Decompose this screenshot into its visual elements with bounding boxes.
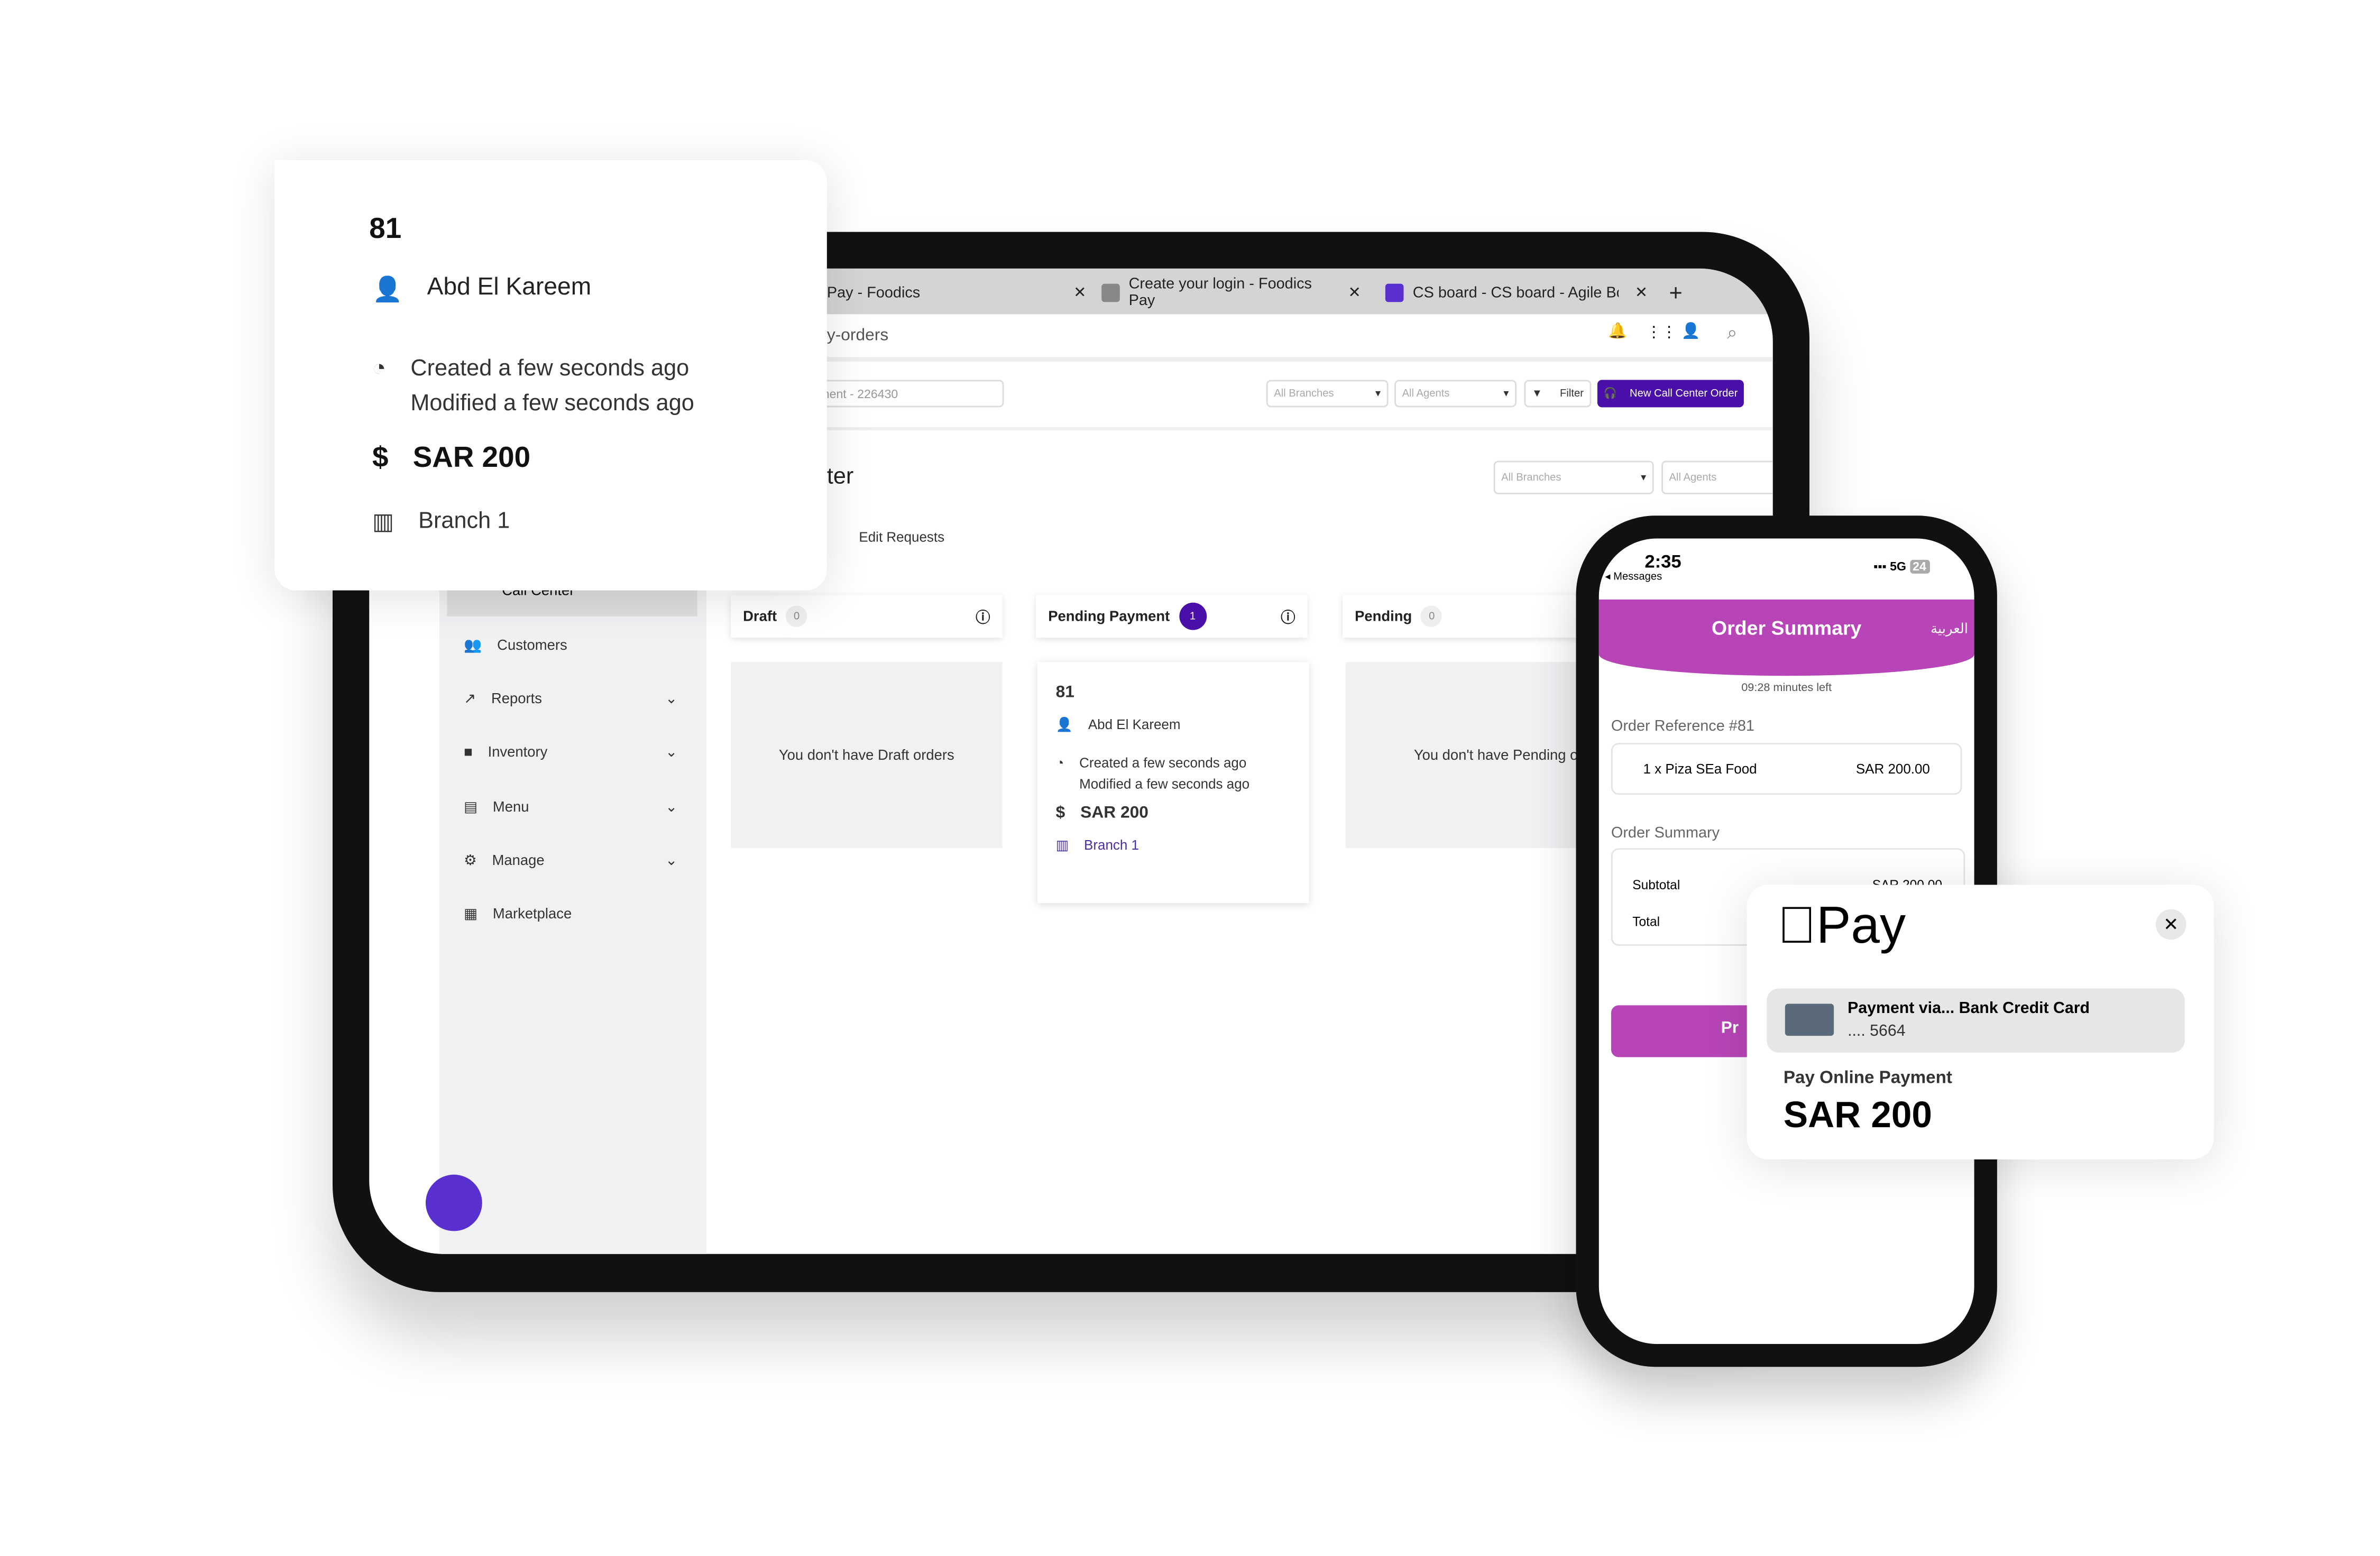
branches-select[interactable]: All Branches ▾: [1266, 380, 1389, 408]
grid-icon: ▦: [464, 905, 478, 923]
close-icon[interactable]: ✕: [1635, 284, 1648, 301]
menu-icon: ▤: [464, 798, 478, 816]
chart-icon: ↗: [464, 690, 476, 707]
person-icon: 👤: [1055, 717, 1073, 732]
credit-card-icon: [1785, 1003, 1834, 1036]
browser-tab[interactable]: Create your login - Foodics Pay ✕: [1101, 276, 1361, 310]
close-icon[interactable]: ✕: [1348, 284, 1361, 301]
bag-icon: ■: [464, 743, 473, 761]
info-icon[interactable]: ⓘ: [1281, 605, 1295, 627]
column-pending: Pending 0: [1343, 595, 1614, 638]
agents-select[interactable]: All Agents ▾: [1394, 380, 1517, 408]
clock-icon: ◔: [372, 355, 387, 382]
chevron-down-icon: ⌄: [665, 743, 678, 761]
language-toggle[interactable]: العربية: [1931, 621, 1968, 638]
order-card[interactable]: 81 👤 Abd El Kareem ◔ Created a few seconds…: [1037, 662, 1309, 904]
bell-icon[interactable]: 🔔: [1608, 324, 1627, 340]
zoom-icon[interactable]: ⌕: [1727, 322, 1737, 345]
chevron-down-icon: ⌄: [665, 690, 678, 707]
favicon-icon: [1101, 283, 1120, 302]
sidebar-item-marketplace[interactable]: ▦ Marketplace: [464, 898, 677, 929]
sidebar: Call Center: [439, 512, 706, 1254]
back-messages-link[interactable]: ◂ Messages: [1605, 570, 1662, 583]
battery-icon: 24: [1909, 559, 1929, 574]
clock-icon: ◔: [1055, 755, 1064, 771]
close-icon[interactable]: ✕: [1073, 284, 1086, 301]
sidebar-item-manage[interactable]: ⚙ Manage ⌄: [464, 845, 677, 876]
sidebar-item-inventory[interactable]: ■ Inventory ⌄: [464, 737, 677, 768]
tab-edit-requests[interactable]: Edit Requests: [859, 529, 944, 545]
chevron-down-icon: ⌄: [665, 852, 678, 869]
apps-grid-icon[interactable]: ⋮⋮: [1646, 325, 1677, 342]
sidebar-item-reports[interactable]: ↗ Reports ⌄: [464, 684, 677, 714]
column-pending-payment: Pending Payment 1 ⓘ: [1036, 595, 1308, 638]
page-title: ter: [826, 464, 854, 490]
filter-button[interactable]: ▼ Filter: [1524, 380, 1592, 408]
browser-tab[interactable]: Pay - Foodics ✕: [827, 278, 1087, 308]
chevron-down-icon: ⌄: [665, 798, 678, 816]
apple-pay-logo: Pay: [1777, 897, 1906, 955]
branches-select[interactable]: All Branches ▾: [1493, 461, 1654, 494]
sidebar-item-customers[interactable]: 👥 Customers: [464, 630, 677, 661]
sidebar-item-menu[interactable]: ▤ Menu ⌄: [464, 791, 677, 822]
apple-icon: : [1777, 897, 1816, 955]
dollar-icon: $: [372, 442, 389, 475]
favicon-icon: [1385, 283, 1404, 302]
headset-icon: 🎧: [1603, 389, 1617, 400]
payment-method[interactable]: Payment via... Bank Credit Card .... 566…: [1767, 988, 2185, 1053]
info-icon[interactable]: ⓘ: [976, 605, 990, 627]
dollar-icon: $: [1055, 804, 1065, 823]
customers-icon: 👥: [464, 637, 482, 654]
user-icon[interactable]: 👤: [1681, 324, 1701, 340]
chat-icon[interactable]: [425, 1174, 482, 1231]
order-item: 1 x Piza SEa Food SAR 200.00: [1611, 743, 1962, 795]
browser-tab[interactable]: CS board - CS board - Agile Boar ✕: [1385, 278, 1648, 308]
agents-select[interactable]: All Agents: [1661, 461, 1773, 494]
column-draft: Draft 0 ⓘ: [731, 595, 1003, 638]
apple-pay-sheet: Pay ✕ Payment via... Bank Credit Card .…: [1747, 885, 2214, 1159]
person-icon: 👤: [372, 278, 403, 304]
search-input[interactable]: ment - 226430: [811, 380, 1004, 408]
gear-icon: ⚙: [464, 852, 477, 869]
empty-state: You don't have Draft orders: [731, 662, 1003, 849]
order-card-zoomed: 81 👤 Abd El Kareem ◔ Created a few seconds…: [274, 160, 827, 591]
close-icon[interactable]: ✕: [2155, 909, 2186, 940]
new-call-center-order-button[interactable]: 🎧 New Call Center Order: [1597, 380, 1744, 408]
store-icon: ▥: [1055, 837, 1069, 853]
filter-icon: ▼: [1531, 388, 1542, 399]
store-icon: ▥: [372, 509, 394, 536]
new-tab-button[interactable]: +: [1669, 278, 1683, 308]
